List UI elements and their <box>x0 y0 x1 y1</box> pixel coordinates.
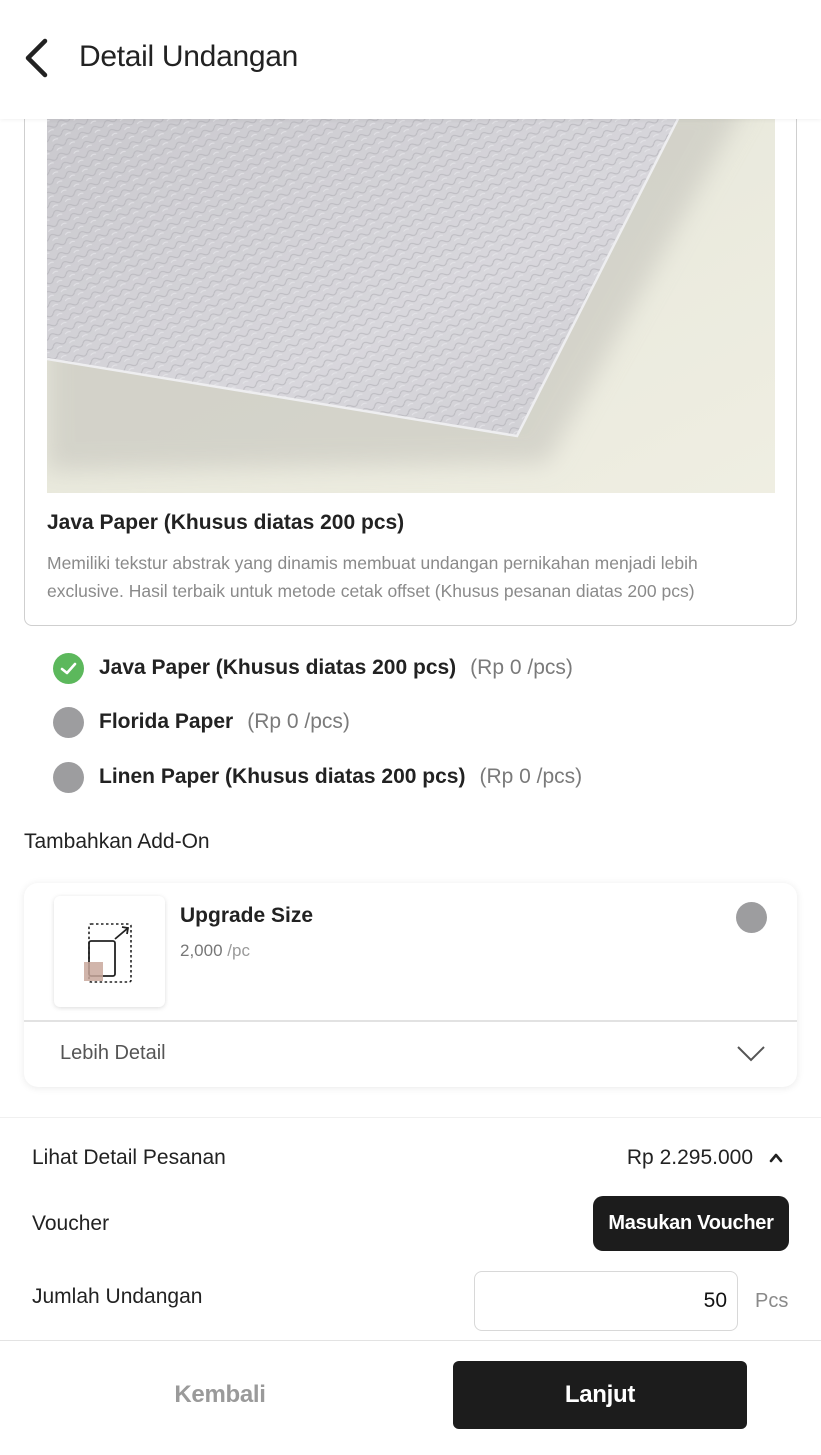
page-title: Detail Undangan <box>79 40 298 73</box>
unchecked-radio-icon[interactable] <box>53 761 84 793</box>
next-button[interactable]: Lanjut <box>453 1361 747 1429</box>
option-price: (Rp 0 /pcs) <box>479 765 583 788</box>
paper-option-linen[interactable]: Linen Paper (Khusus diatas 200 pcs) (Rp … <box>53 760 582 794</box>
paper-photo <box>47 101 775 493</box>
quantity-label: Jumlah Undangan <box>32 1285 203 1308</box>
back-arrow-icon[interactable] <box>18 36 58 80</box>
option-price: (Rp 0 /pcs) <box>247 710 350 733</box>
paper-preview-card: Java Paper (Khusus diatas 200 pcs) Memil… <box>24 100 797 626</box>
enter-voucher-button[interactable]: Masukan Voucher <box>593 1196 789 1251</box>
checked-radio-icon[interactable] <box>53 652 84 684</box>
app-header: Detail Undangan <box>0 0 821 119</box>
addon-name: Upgrade Size <box>180 904 314 927</box>
chevron-up-icon[interactable] <box>767 1149 785 1167</box>
addon-section-title: Tambahkan Add-On <box>24 830 210 853</box>
option-name: Florida Paper <box>99 710 234 733</box>
option-price: (Rp 0 /pcs) <box>470 656 573 679</box>
paper-description: Memiliki tekstur abstrak yang dinamis me… <box>47 553 698 601</box>
footer-actions: Kembali Lanjut <box>0 1340 821 1455</box>
option-name: Java Paper (Khusus diatas 200 pcs) <box>99 656 457 679</box>
addon-price-value: 2,000 <box>180 941 223 960</box>
chevron-down-icon <box>737 1046 765 1062</box>
addon-price-unit: /pc <box>227 941 250 960</box>
addon-card-upgrade-size: Upgrade Size 2,000 /pc Lebih Detail <box>24 883 797 1087</box>
upgrade-size-icon <box>54 896 165 1007</box>
paper-option-java[interactable]: Java Paper (Khusus diatas 200 pcs) (Rp 0… <box>53 651 573 685</box>
quantity-unit: Pcs <box>755 1290 789 1312</box>
addon-price: 2,000 /pc <box>180 941 250 961</box>
voucher-label: Voucher <box>32 1212 110 1235</box>
order-detail-label[interactable]: Lihat Detail Pesanan <box>32 1146 226 1170</box>
unchecked-radio-icon[interactable] <box>53 706 84 738</box>
order-summary-panel: Lihat Detail Pesanan Rp 2.295.000 Vouche… <box>0 1117 821 1340</box>
addon-more-detail-toggle[interactable]: Lebih Detail <box>24 1021 797 1087</box>
order-total: Rp 2.295.000 <box>626 1146 753 1169</box>
paper-name: Java Paper (Khusus diatas 200 pcs) <box>47 511 405 534</box>
paper-option-florida[interactable]: Florida Paper (Rp 0 /pcs) <box>53 705 350 739</box>
quantity-input[interactable] <box>474 1271 738 1331</box>
option-name: Linen Paper (Khusus diatas 200 pcs) <box>99 765 466 788</box>
back-button[interactable]: Kembali <box>75 1361 365 1429</box>
addon-select-radio-icon[interactable] <box>736 902 767 933</box>
more-detail-label: Lebih Detail <box>60 1042 166 1064</box>
